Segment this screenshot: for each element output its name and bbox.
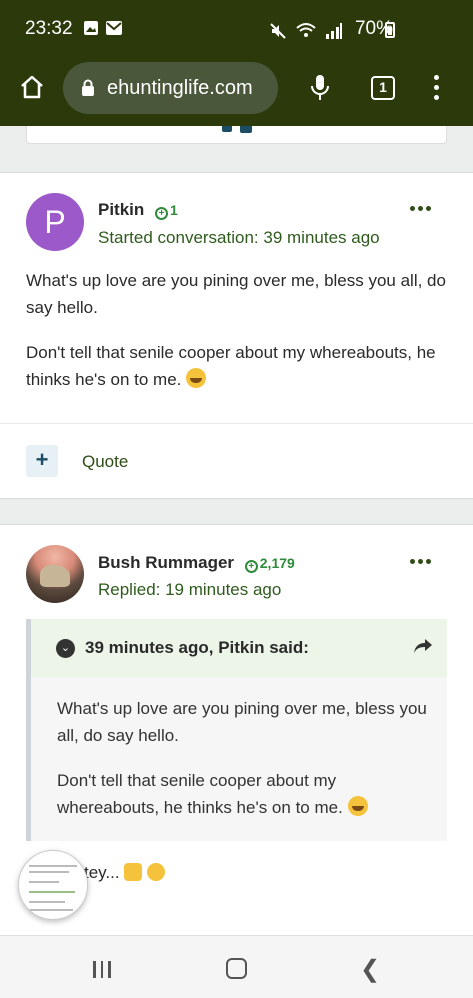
quote-title[interactable]: 39 minutes ago, Pitkin said: xyxy=(85,638,309,658)
more-options-icon[interactable] xyxy=(428,75,444,105)
post-paragraph: Don't tell that senile cooper about my w… xyxy=(26,343,436,389)
recent-apps-icon[interactable] xyxy=(93,961,111,978)
status-time: 23:32 xyxy=(25,18,73,39)
rofl-emoji-icon xyxy=(147,863,166,881)
grinning-emoji-icon xyxy=(186,368,207,388)
partial-icon-fragment xyxy=(240,126,252,133)
post-author[interactable]: Bush Rummager +2,179 xyxy=(98,553,295,573)
partial-icon-fragment xyxy=(222,126,232,132)
post-author[interactable]: Pitkin +1 xyxy=(98,200,178,220)
quote-block: ⌄ 39 minutes ago, Pitkin said: What's up… xyxy=(26,619,447,841)
post-paragraph: What's up love are you pining over me, b… xyxy=(26,271,446,317)
post-card: P Pitkin +1 Started conversation: 39 min… xyxy=(0,172,473,499)
mail-icon xyxy=(106,21,122,35)
battery-icon xyxy=(385,22,395,38)
username[interactable]: Bush Rummager xyxy=(98,553,234,572)
url-text: ehuntinglife.com xyxy=(107,76,253,99)
gallery-icon xyxy=(84,21,98,35)
back-icon[interactable]: ❮ xyxy=(360,955,380,984)
reputation-badge: +1 xyxy=(155,202,178,220)
tab-switcher-button[interactable]: 1 xyxy=(371,76,395,100)
quote-header[interactable]: ⌄ 39 minutes ago, Pitkin said: xyxy=(31,619,447,677)
rock-on-hand-emoji-icon xyxy=(124,863,143,881)
quote-paragraph: What's up love are you pining over me, b… xyxy=(57,699,427,745)
grinning-emoji-icon xyxy=(347,796,368,816)
wifi-icon xyxy=(296,23,316,37)
post-meta[interactable]: Replied: 19 minutes ago xyxy=(98,580,281,600)
go-to-post-icon[interactable] xyxy=(413,637,433,655)
chevron-down-icon[interactable]: ⌄ xyxy=(56,639,75,658)
status-notification-icons xyxy=(83,20,123,36)
username[interactable]: Pitkin xyxy=(98,200,144,219)
more-options-icon[interactable] xyxy=(410,206,431,211)
home-icon[interactable] xyxy=(18,73,46,101)
floating-screenshot-preview[interactable] xyxy=(18,850,88,920)
status-system-icons xyxy=(269,22,343,40)
divider xyxy=(0,423,473,424)
more-options-icon[interactable] xyxy=(410,559,431,564)
reputation-badge: +2,179 xyxy=(244,555,295,573)
avatar[interactable]: P xyxy=(26,193,84,251)
mute-icon xyxy=(270,23,286,39)
home-button-icon[interactable] xyxy=(226,958,247,979)
reply-text: tey... xyxy=(84,863,166,883)
quote-button[interactable]: Quote xyxy=(82,452,128,472)
quote-paragraph: Don't tell that senile cooper about my w… xyxy=(57,767,437,821)
browser-top-bar: 23:32 70% ehuntinglife.com 1 xyxy=(0,0,473,126)
previous-card-fragment xyxy=(26,126,447,144)
address-bar[interactable]: ehuntinglife.com xyxy=(63,62,278,114)
microphone-icon[interactable] xyxy=(308,73,332,103)
plus-circle-icon: + xyxy=(155,207,169,220)
avatar[interactable] xyxy=(26,545,84,603)
lock-icon xyxy=(82,79,94,96)
post-meta[interactable]: Started conversation: 39 minutes ago xyxy=(98,228,380,248)
add-quote-button[interactable]: + xyxy=(26,445,58,477)
signal-icon xyxy=(326,23,342,39)
system-navigation-bar: ❮ xyxy=(0,935,473,998)
plus-circle-icon: + xyxy=(244,560,258,573)
